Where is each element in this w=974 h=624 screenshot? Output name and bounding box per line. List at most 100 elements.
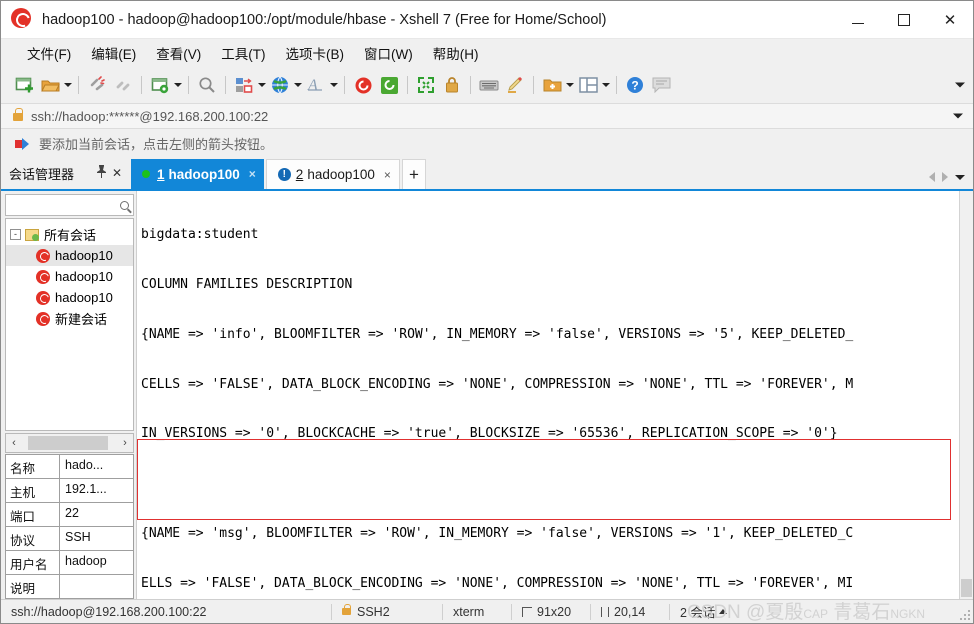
- table-row: 名称 hado...: [6, 455, 133, 479]
- help-icon[interactable]: ?: [622, 72, 648, 98]
- tab-close-icon[interactable]: ×: [249, 167, 256, 181]
- terminal-output[interactable]: bigdata:student COLUMN FAMILIES DESCRIPT…: [137, 191, 959, 599]
- session-tree-hscrollbar[interactable]: ‹ ›: [5, 433, 134, 453]
- font-icon[interactable]: A: [303, 72, 329, 98]
- tab-prev-icon[interactable]: [929, 172, 935, 182]
- close-button[interactable]: ✕: [927, 1, 973, 39]
- watermark-text: CSDN @夏殷: [686, 602, 804, 623]
- comment-icon[interactable]: [648, 72, 674, 98]
- new-session-icon[interactable]: [11, 72, 37, 98]
- menu-edit[interactable]: 编辑(E): [81, 40, 146, 66]
- tab-2-hadoop100[interactable]: ! 2 hadoop100 ×: [265, 159, 400, 189]
- tree-item-label: hadoop10: [55, 290, 113, 305]
- tab-next-icon[interactable]: [942, 172, 948, 182]
- tree-item-label: hadoop10: [55, 248, 113, 263]
- font-dropdown-icon[interactable]: [329, 72, 339, 98]
- tree-item-session-2[interactable]: hadoop10: [6, 266, 133, 287]
- web-browser-dropdown-icon[interactable]: [293, 72, 303, 98]
- scroll-right-icon[interactable]: ›: [117, 437, 133, 449]
- address-dropdown-icon[interactable]: [953, 114, 963, 119]
- property-value: 22: [65, 506, 79, 520]
- open-folder-icon[interactable]: [37, 72, 63, 98]
- resize-grip-icon[interactable]: [960, 610, 970, 620]
- status-bar: ssh://hadoop@192.168.200.100:22 SSH2 xte…: [1, 599, 973, 623]
- red-arrow-icon: [15, 137, 31, 150]
- terminal-line: {NAME => 'info', BLOOMFILTER => 'ROW', I…: [141, 326, 854, 342]
- menu-file[interactable]: 文件(F): [17, 40, 81, 66]
- green-dot-icon: [142, 170, 150, 178]
- session-panel-close-icon[interactable]: ✕: [109, 166, 125, 180]
- status-position-label: 20,14: [614, 604, 646, 619]
- watermark: CSDN @夏殷CAP 青葛石NGKN: [687, 597, 925, 624]
- tab-label: hadoop100: [307, 167, 375, 182]
- snail-icon: [36, 269, 50, 284]
- menu-tools[interactable]: 工具(T): [211, 40, 275, 66]
- find-icon[interactable]: [194, 72, 220, 98]
- new-tab-button[interactable]: +: [401, 159, 426, 189]
- hscroll-track[interactable]: [22, 435, 117, 451]
- fullscreen-icon[interactable]: [413, 72, 439, 98]
- file-transfer-icon[interactable]: [231, 72, 257, 98]
- toolbar-divider: [616, 76, 617, 94]
- main-body: - 所有会话 hadoop10 hadoop10 hadoop10 新建会话 ‹…: [1, 189, 973, 599]
- session-search-input[interactable]: [5, 194, 134, 216]
- hscroll-thumb[interactable]: [28, 436, 108, 450]
- file-transfer-dropdown-icon[interactable]: [257, 72, 267, 98]
- tree-item-label: hadoop10: [55, 269, 113, 284]
- keyboard-icon[interactable]: [476, 72, 502, 98]
- menu-tabs[interactable]: 选项卡(B): [276, 40, 355, 66]
- screen-size-icon: [522, 606, 532, 617]
- reconnect-icon[interactable]: [110, 72, 136, 98]
- tree-item-session-3[interactable]: hadoop10: [6, 287, 133, 308]
- table-row: 用户名 hadoop: [6, 551, 133, 575]
- lock-icon: [342, 604, 351, 615]
- tab-close-icon[interactable]: ×: [384, 168, 391, 182]
- session-properties-dropdown-icon[interactable]: [173, 72, 183, 98]
- layout-dropdown-icon[interactable]: [601, 72, 611, 98]
- maximize-button[interactable]: [881, 1, 927, 39]
- status-size: 91x20: [512, 600, 590, 624]
- table-row: 协议 SSH: [6, 527, 133, 551]
- xshell-icon[interactable]: [350, 72, 376, 98]
- tab-number: 1: [157, 166, 165, 182]
- watermark-sub2: NGKN: [890, 607, 925, 621]
- highlight-icon[interactable]: [502, 72, 528, 98]
- tab-1-hadoop100[interactable]: 1 hadoop100 ×: [131, 159, 264, 189]
- new-folder-dropdown-icon[interactable]: [565, 72, 575, 98]
- title-bar: hadoop100 - hadoop@hadoop100:/opt/module…: [1, 1, 973, 39]
- layout-icon[interactable]: [575, 72, 601, 98]
- property-value: hadoop: [65, 554, 107, 568]
- tree-root-all-sessions[interactable]: - 所有会话: [6, 224, 133, 245]
- session-manager-panel: - 所有会话 hadoop10 hadoop10 hadoop10 新建会话 ‹…: [1, 191, 137, 599]
- menu-window[interactable]: 窗口(W): [354, 40, 423, 66]
- toolbar-divider: [225, 76, 226, 94]
- tree-root-label: 所有会话: [44, 228, 97, 243]
- hint-text: 要添加当前会话，点击左侧的箭头按钮。: [39, 136, 274, 152]
- minimize-button[interactable]: [835, 1, 881, 39]
- session-manager-title: 会话管理器: [9, 166, 75, 182]
- terminal-line: CELLS => 'FALSE', DATA_BLOCK_ENCODING =>…: [141, 376, 854, 392]
- address-bar[interactable]: ssh://hadoop:******@192.168.200.100:22: [1, 103, 973, 129]
- pin-icon[interactable]: [93, 165, 109, 181]
- menu-help[interactable]: 帮助(H): [423, 40, 489, 66]
- tree-item-new-session[interactable]: 新建会话: [6, 308, 133, 329]
- svg-text:?: ?: [631, 79, 638, 93]
- toolbar-overflow-icon[interactable]: [955, 83, 965, 88]
- tree-item-session-1[interactable]: hadoop10: [6, 245, 133, 266]
- disconnect-icon[interactable]: [84, 72, 110, 98]
- terminal-vscrollbar[interactable]: [959, 191, 973, 599]
- app-snail-icon: [11, 7, 35, 32]
- tab-menu-icon[interactable]: [955, 174, 965, 180]
- web-browser-icon[interactable]: [267, 72, 293, 98]
- scroll-left-icon[interactable]: ‹: [6, 437, 22, 449]
- alert-icon: !: [277, 168, 291, 181]
- menu-view[interactable]: 查看(V): [146, 40, 211, 66]
- new-folder-icon[interactable]: [539, 72, 565, 98]
- session-properties-icon[interactable]: [147, 72, 173, 98]
- xftp-icon[interactable]: [376, 72, 402, 98]
- collapse-icon[interactable]: -: [10, 229, 21, 240]
- open-folder-dropdown-icon[interactable]: [63, 72, 73, 98]
- vscroll-thumb[interactable]: [961, 579, 972, 597]
- lock-icon[interactable]: [439, 72, 465, 98]
